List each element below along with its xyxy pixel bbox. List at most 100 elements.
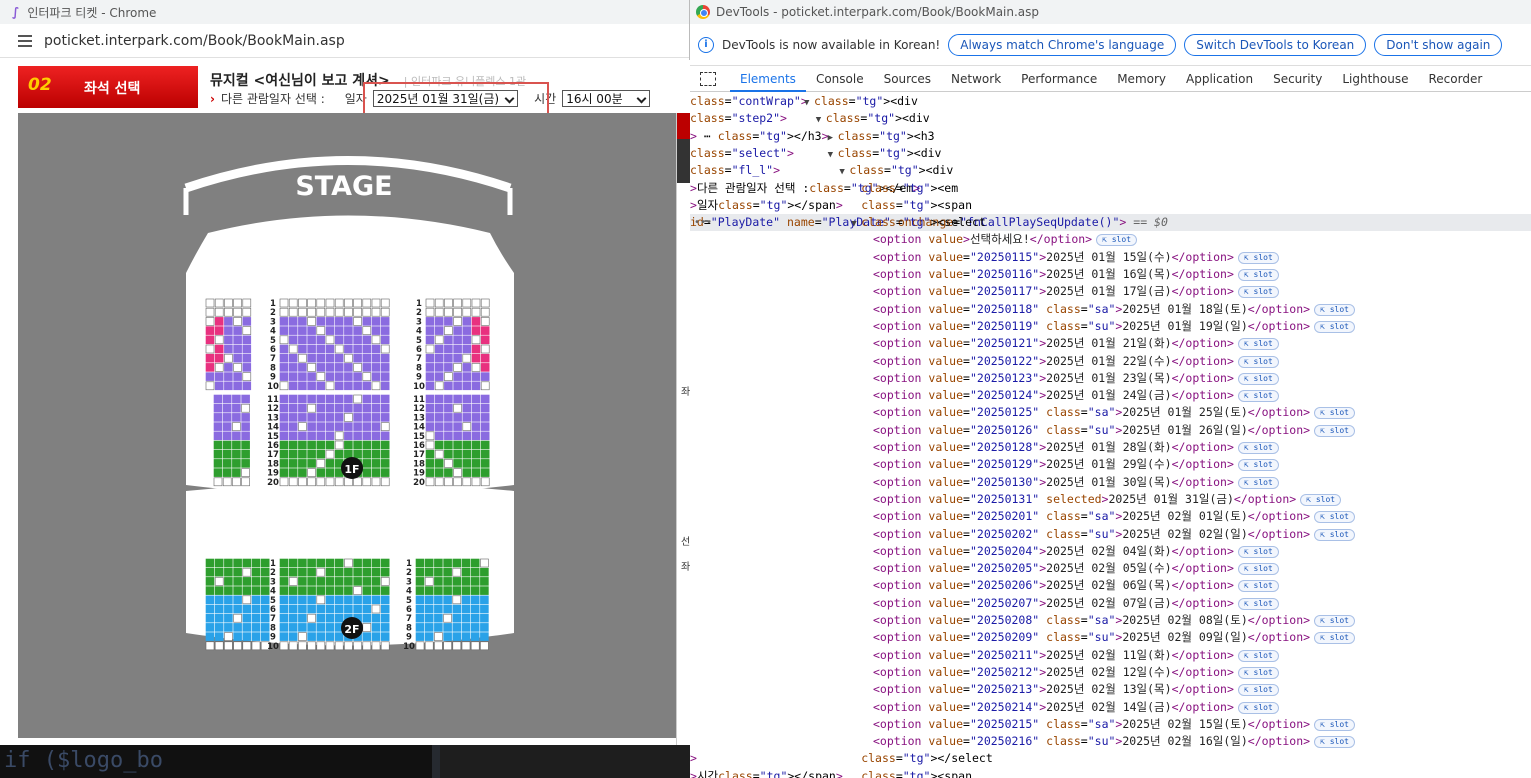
seat[interactable] xyxy=(316,422,326,431)
seat[interactable] xyxy=(307,403,316,413)
seat[interactable] xyxy=(233,344,242,354)
seat[interactable] xyxy=(316,353,326,363)
seat[interactable] xyxy=(316,558,326,568)
seat[interactable] xyxy=(353,413,362,422)
seat[interactable] xyxy=(353,326,362,335)
seat[interactable] xyxy=(307,344,316,354)
seat[interactable] xyxy=(279,413,289,422)
seat[interactable] xyxy=(316,604,326,614)
seat[interactable] xyxy=(251,604,261,614)
seat[interactable] xyxy=(233,613,242,623)
seat[interactable] xyxy=(288,326,298,335)
seat[interactable] xyxy=(371,326,381,335)
seat[interactable] xyxy=(279,613,289,623)
seat[interactable] xyxy=(325,449,335,459)
seat[interactable] xyxy=(307,595,316,605)
seat[interactable] xyxy=(242,335,252,345)
seat[interactable] xyxy=(443,632,452,641)
seat[interactable] xyxy=(380,363,390,372)
seat[interactable] xyxy=(453,372,462,381)
seat[interactable] xyxy=(424,595,434,605)
seat[interactable] xyxy=(471,363,481,372)
option-node[interactable]: <option value="20250204">2025년 02월 04일(화… xyxy=(690,543,1531,560)
seat[interactable] xyxy=(415,623,425,632)
option-node[interactable]: <option value="20250208" class="sa">2025… xyxy=(690,612,1531,629)
seat[interactable] xyxy=(452,577,462,586)
seat[interactable] xyxy=(415,586,425,595)
seat[interactable] xyxy=(471,440,481,450)
seat[interactable] xyxy=(480,394,490,404)
seat[interactable] xyxy=(260,586,270,595)
inspect-element-icon[interactable] xyxy=(700,71,716,86)
tree-node[interactable]: class="tg"><span >일자class="tg"></span> xyxy=(690,197,1531,214)
seat[interactable] xyxy=(334,632,344,641)
seat[interactable] xyxy=(362,641,372,651)
seat[interactable] xyxy=(242,558,252,568)
seat[interactable] xyxy=(298,459,307,468)
seat[interactable] xyxy=(362,307,372,317)
seat[interactable] xyxy=(371,298,381,308)
seat[interactable] xyxy=(242,641,252,651)
seat[interactable] xyxy=(298,403,307,413)
seat[interactable] xyxy=(443,595,452,605)
seat[interactable] xyxy=(470,632,480,641)
slot-badge[interactable]: ⇱ slot xyxy=(1237,563,1279,576)
seat[interactable] xyxy=(371,558,381,568)
seat[interactable] xyxy=(380,381,390,391)
seat[interactable] xyxy=(232,394,241,404)
seat[interactable] xyxy=(241,477,250,487)
seat[interactable] xyxy=(307,317,316,326)
seat[interactable] xyxy=(307,558,316,568)
seat[interactable] xyxy=(325,413,335,422)
seat[interactable] xyxy=(344,586,353,595)
seat[interactable] xyxy=(334,641,344,651)
seat[interactable] xyxy=(251,595,261,605)
seat[interactable] xyxy=(334,344,344,354)
seat[interactable] xyxy=(224,344,233,354)
slot-badge[interactable]: ⇱ slot xyxy=(1237,701,1279,714)
seat[interactable] xyxy=(224,363,233,372)
seat[interactable] xyxy=(371,613,381,623)
seat[interactable] xyxy=(242,604,252,614)
seat[interactable] xyxy=(443,586,452,595)
seat[interactable] xyxy=(214,344,224,354)
seat[interactable] xyxy=(233,381,242,391)
seat[interactable] xyxy=(279,422,289,431)
seat[interactable] xyxy=(371,468,381,477)
seat[interactable] xyxy=(242,353,252,363)
seat[interactable] xyxy=(260,558,270,568)
seat[interactable] xyxy=(213,459,223,468)
seat[interactable] xyxy=(424,623,434,632)
seat[interactable] xyxy=(279,586,289,595)
seat[interactable] xyxy=(344,413,353,422)
seat[interactable] xyxy=(470,567,480,577)
seat[interactable] xyxy=(279,440,289,450)
option-node[interactable]: <option value="20250117">2025년 01월 17일(금… xyxy=(690,283,1531,300)
seat[interactable] xyxy=(344,298,353,308)
seat[interactable] xyxy=(362,372,372,381)
seat[interactable] xyxy=(453,344,462,354)
seat[interactable] xyxy=(434,632,443,641)
seat[interactable] xyxy=(461,641,471,651)
seat[interactable] xyxy=(251,567,261,577)
seat[interactable] xyxy=(434,440,444,450)
seat[interactable] xyxy=(425,363,435,372)
tree-node[interactable]: ▶ class="tg"><h3 > ⋯ class="tg"></h3> xyxy=(690,128,1531,145)
seat[interactable] xyxy=(232,440,241,450)
seat[interactable] xyxy=(480,307,490,317)
seat[interactable] xyxy=(434,595,443,605)
seat[interactable] xyxy=(316,372,326,381)
seat[interactable] xyxy=(380,413,390,422)
seat[interactable] xyxy=(298,468,307,477)
seat[interactable] xyxy=(353,641,362,651)
seat[interactable] xyxy=(334,477,344,487)
seat[interactable] xyxy=(471,381,481,391)
seat[interactable] xyxy=(316,381,326,391)
seat[interactable] xyxy=(480,317,490,326)
seat[interactable] xyxy=(288,317,298,326)
seat[interactable] xyxy=(353,586,362,595)
tab-elements[interactable]: Elements xyxy=(730,66,806,92)
seat[interactable] xyxy=(480,641,489,651)
seat[interactable] xyxy=(444,403,453,413)
option-node[interactable]: <option value="20250116">2025년 01월 16일(목… xyxy=(690,266,1531,283)
